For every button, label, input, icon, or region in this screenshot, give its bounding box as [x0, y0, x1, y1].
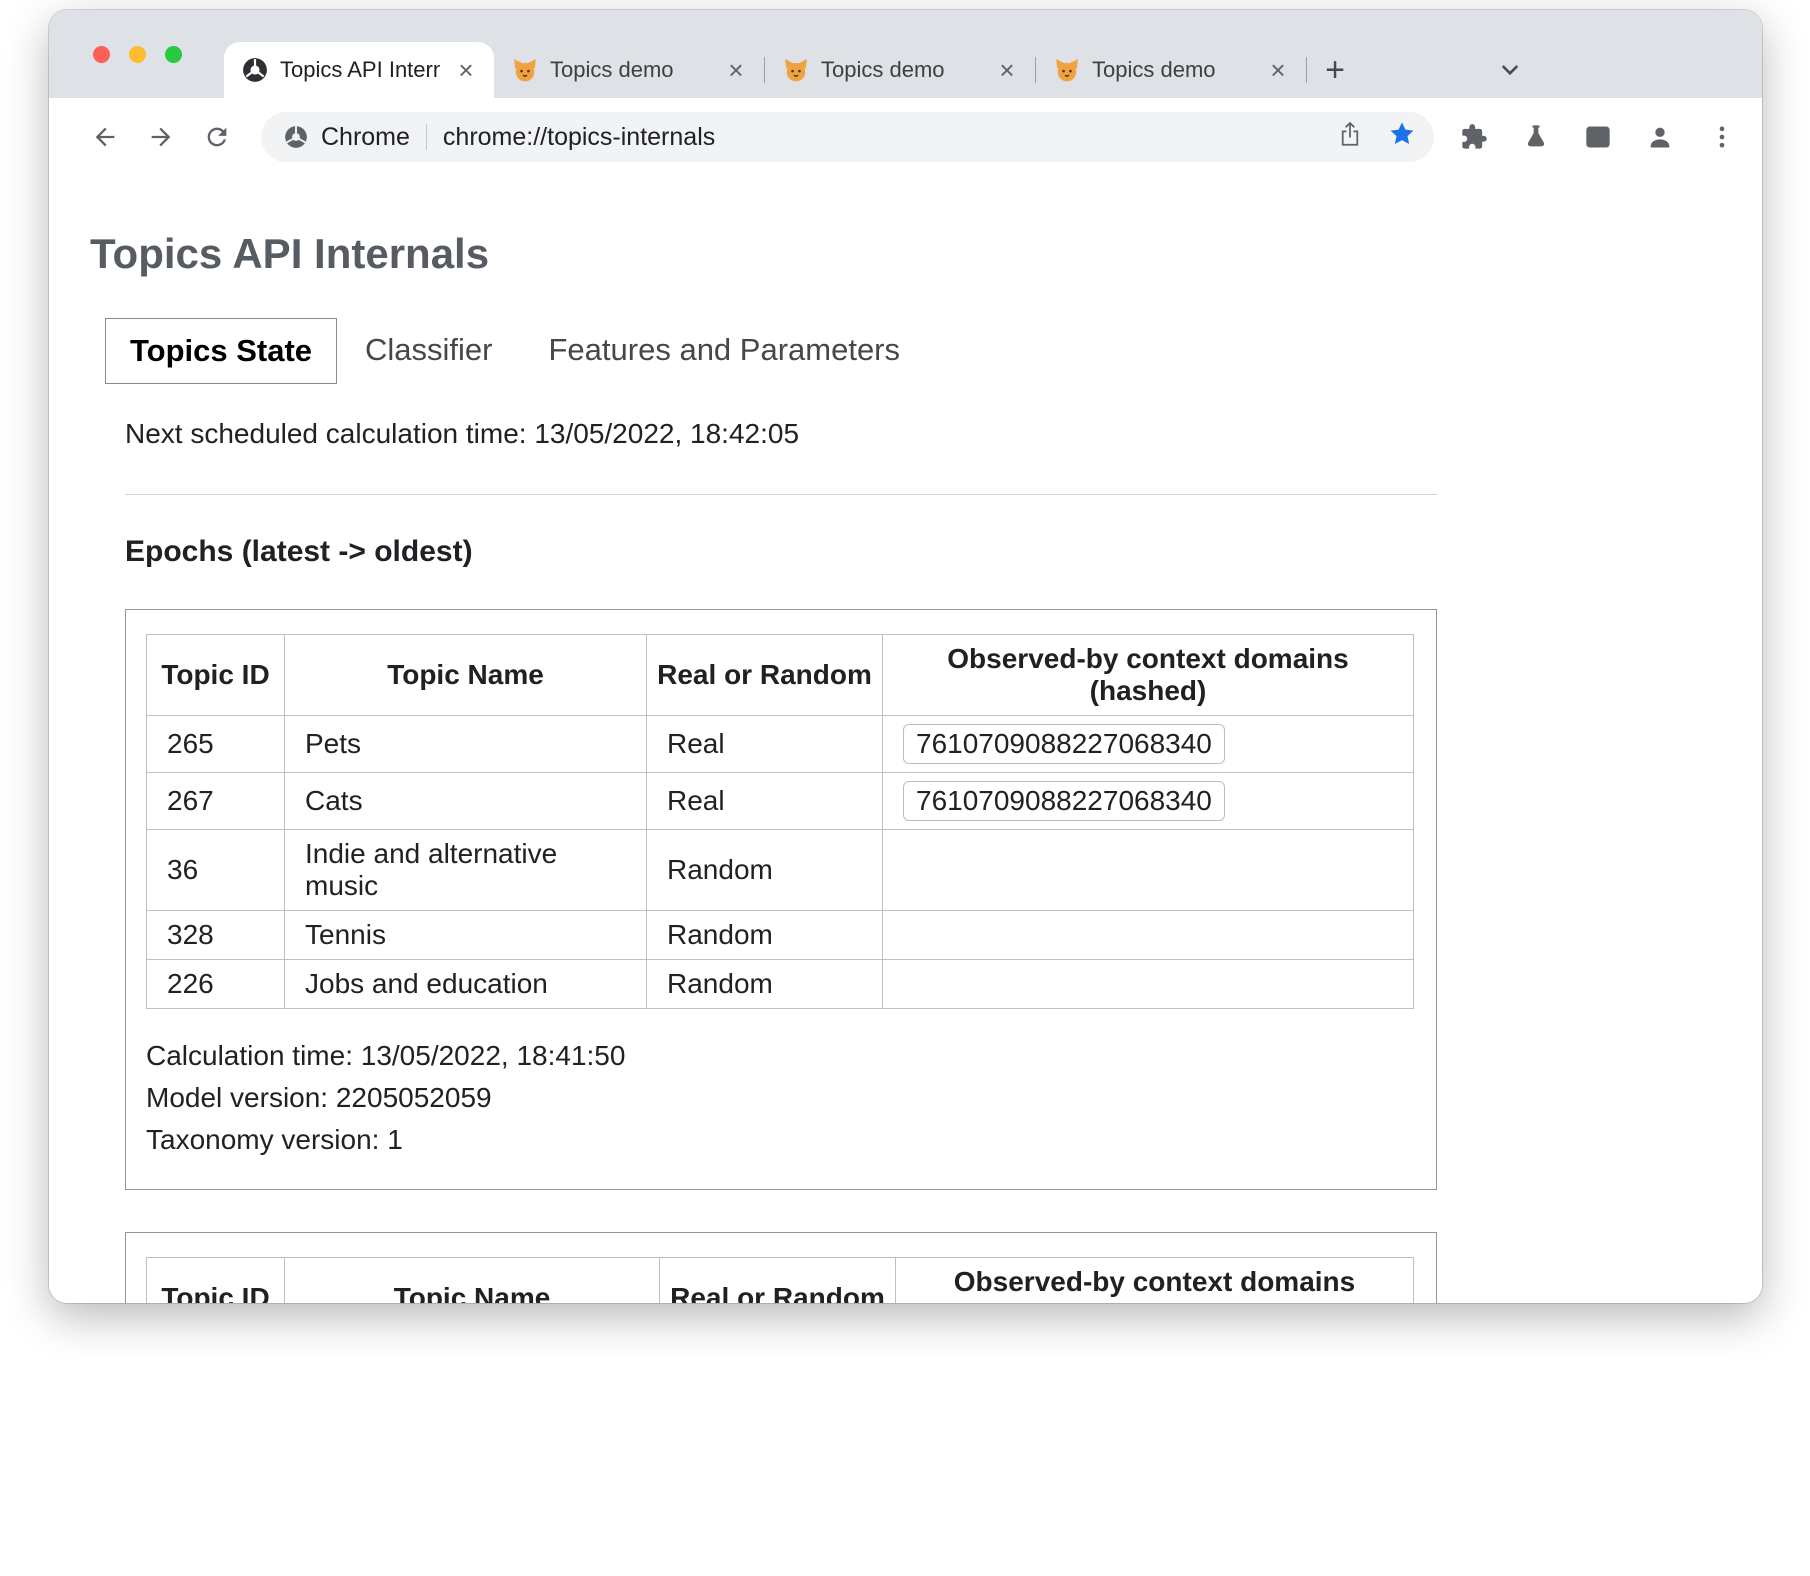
cell-topic-id: 36: [147, 830, 285, 911]
epochs-heading: Epochs (latest -> oldest): [125, 535, 1722, 569]
cell-topic-name: Cats: [285, 773, 647, 830]
header-topic-name: Topic Name: [285, 635, 647, 716]
cell-topic-id: 226: [147, 960, 285, 1009]
new-tab-button[interactable]: +: [1307, 42, 1363, 98]
tab-strip: Topics API Intern × Topics demo ×: [49, 10, 1762, 98]
profile-avatar-icon[interactable]: [1640, 117, 1680, 157]
tab-close-icon[interactable]: ×: [452, 56, 480, 84]
cat-icon: [1054, 57, 1080, 83]
cell-topic-name: Tennis: [285, 911, 647, 960]
tab-topics-state[interactable]: Topics State: [105, 318, 337, 384]
site-label: Chrome: [321, 123, 410, 152]
table-row: 265 Pets Real 7610709088227068340: [147, 716, 1414, 773]
tab-title: Topics demo: [1092, 57, 1252, 83]
browser-tab-topics-demo-2[interactable]: Topics demo ×: [765, 42, 1035, 98]
cell-real-or-random: Random: [647, 830, 883, 911]
screen: Topics API Intern × Topics demo ×: [0, 0, 1810, 1576]
cell-real-or-random: Real: [647, 716, 883, 773]
close-window-button[interactable]: [93, 46, 110, 63]
cell-topic-id: 265: [147, 716, 285, 773]
next-calculation-time: Next scheduled calculation time: 13/05/2…: [125, 418, 1722, 450]
browser-toolbar: Chrome chrome://topics-internals: [49, 98, 1762, 176]
header-topic-name: Topic Name: [285, 1258, 660, 1304]
traffic-lights: [49, 46, 224, 63]
model-version: Model version: 2205052059: [146, 1077, 1414, 1119]
divider: [125, 494, 1437, 495]
header-observed-by: Observed-by context domains (hashed): [883, 635, 1414, 716]
menu-kebab-icon[interactable]: [1702, 117, 1742, 157]
labs-flask-icon[interactable]: [1516, 117, 1556, 157]
cell-topic-name: Pets: [285, 716, 647, 773]
table-row: 226 Jobs and education Random: [147, 960, 1414, 1009]
cell-topic-id: 267: [147, 773, 285, 830]
address-bar[interactable]: Chrome chrome://topics-internals: [261, 112, 1434, 162]
tab-features-and-parameters[interactable]: Features and Parameters: [521, 318, 929, 384]
cell-real-or-random: Random: [647, 911, 883, 960]
forward-icon[interactable]: [139, 115, 183, 159]
cell-topic-name: Indie and alternative music: [285, 830, 647, 911]
cell-observed-by: [883, 911, 1414, 960]
omnibox-separator: [426, 124, 427, 150]
calculation-time: Calculation time: 13/05/2022, 18:41:50: [146, 1035, 1414, 1077]
browser-tab-topics-demo-1[interactable]: Topics demo ×: [494, 42, 764, 98]
tab-overflow-chevron-icon[interactable]: [1488, 42, 1532, 98]
browser-window: Topics API Intern × Topics demo ×: [49, 10, 1762, 1303]
epoch-meta: Calculation time: 13/05/2022, 18:41:50 M…: [146, 1035, 1414, 1161]
tab-close-icon[interactable]: ×: [993, 56, 1021, 84]
taxonomy-version: Taxonomy version: 1: [146, 1119, 1414, 1161]
page-tabs: Topics State Classifier Features and Par…: [105, 318, 1722, 384]
tab-close-icon[interactable]: ×: [1264, 56, 1292, 84]
minimize-window-button[interactable]: [129, 46, 146, 63]
table-header-row: Topic ID Topic Name Real or Random Obser…: [147, 635, 1414, 716]
tab-classifier[interactable]: Classifier: [337, 318, 520, 384]
cat-icon: [512, 57, 538, 83]
tab-close-icon[interactable]: ×: [722, 56, 750, 84]
cell-observed-by: [883, 830, 1414, 911]
header-real-or-random: Real or Random: [647, 635, 883, 716]
table-header-row: Topic ID Topic Name Real or Random Obser…: [147, 1258, 1414, 1304]
header-topic-id: Topic ID: [147, 1258, 285, 1304]
cell-observed-by: 7610709088227068340: [883, 716, 1414, 773]
tab-title: Topics API Intern: [280, 57, 440, 83]
epoch-panel-latest: Topic ID Topic Name Real or Random Obser…: [125, 609, 1437, 1190]
cell-real-or-random: Random: [647, 960, 883, 1009]
epoch-table: Topic ID Topic Name Real or Random Obser…: [146, 1257, 1414, 1303]
cell-topic-name: Jobs and education: [285, 960, 647, 1009]
page-title: Topics API Internals: [90, 230, 1722, 278]
page-content: Topics API Internals Topics State Classi…: [49, 176, 1762, 1303]
chrome-internals-icon: [242, 57, 268, 83]
table-row: 328 Tennis Random: [147, 911, 1414, 960]
header-observed-by: Observed-by context domains (hashed): [896, 1258, 1414, 1304]
epoch-table: Topic ID Topic Name Real or Random Obser…: [146, 634, 1414, 1009]
cat-icon: [783, 57, 809, 83]
share-icon[interactable]: [1336, 120, 1364, 155]
url-text[interactable]: chrome://topics-internals: [443, 123, 1324, 152]
cell-observed-by: [883, 960, 1414, 1009]
reload-icon[interactable]: [195, 115, 239, 159]
chrome-logo-icon: [283, 124, 309, 150]
tab-title: Topics demo: [821, 57, 981, 83]
table-row: 267 Cats Real 7610709088227068340: [147, 773, 1414, 830]
header-real-or-random: Real or Random: [660, 1258, 896, 1304]
hashed-domain-chip: 7610709088227068340: [903, 781, 1225, 821]
cell-real-or-random: Real: [647, 773, 883, 830]
bookmark-star-icon[interactable]: [1388, 120, 1416, 155]
tab-title: Topics demo: [550, 57, 710, 83]
cell-topic-id: 328: [147, 911, 285, 960]
back-icon[interactable]: [83, 115, 127, 159]
browser-tab-topics-demo-3[interactable]: Topics demo ×: [1036, 42, 1306, 98]
side-panel-icon[interactable]: [1578, 117, 1618, 157]
header-topic-id: Topic ID: [147, 635, 285, 716]
extensions-puzzle-icon[interactable]: [1454, 117, 1494, 157]
browser-tab-topics-internals[interactable]: Topics API Intern ×: [224, 42, 494, 98]
hashed-domain-chip: 7610709088227068340: [903, 724, 1225, 764]
epoch-panel-previous: Topic ID Topic Name Real or Random Obser…: [125, 1232, 1437, 1303]
table-row: 36 Indie and alternative music Random: [147, 830, 1414, 911]
cell-observed-by: 7610709088227068340: [883, 773, 1414, 830]
zoom-window-button[interactable]: [165, 46, 182, 63]
